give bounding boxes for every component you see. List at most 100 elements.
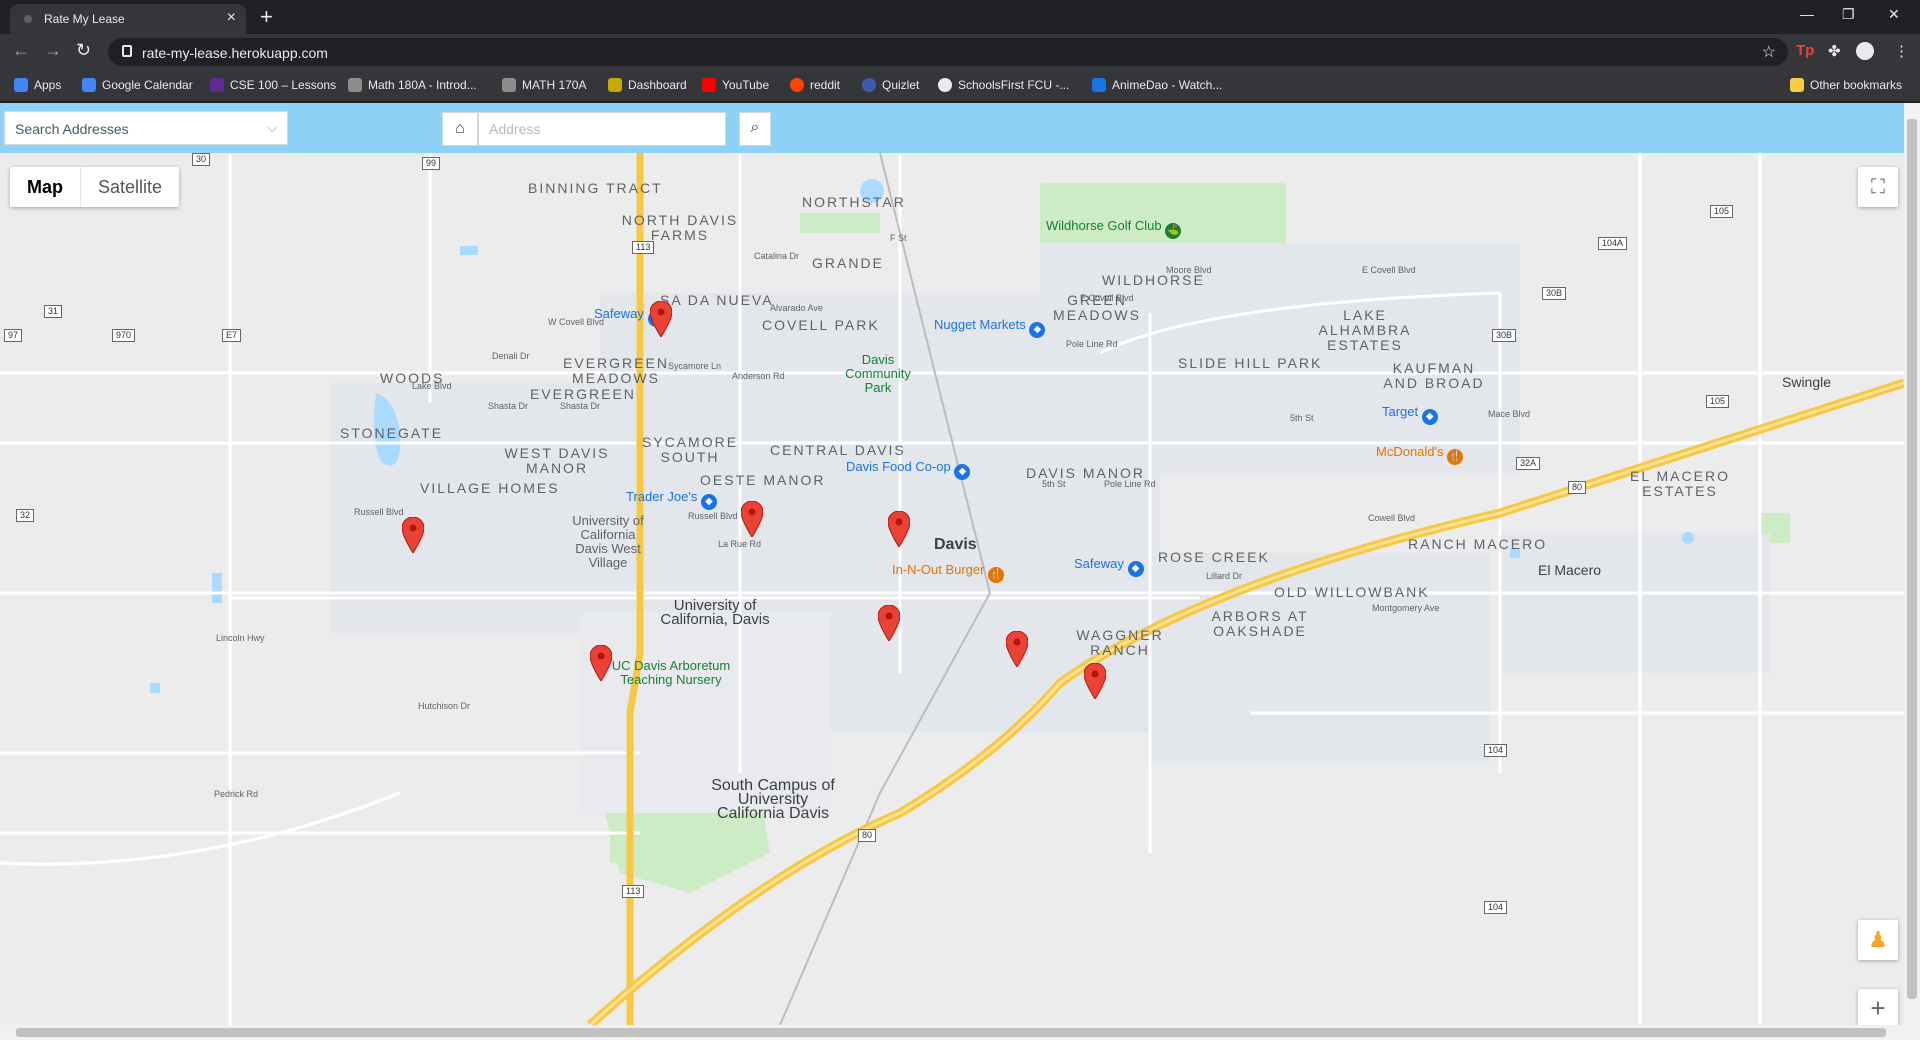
- new-tab-icon[interactable]: +: [260, 4, 273, 30]
- poi-golf-club[interactable]: Wildhorse Golf Club ⛳: [1046, 219, 1182, 239]
- minimize-icon[interactable]: —: [1800, 6, 1814, 22]
- course-icon: [348, 78, 362, 92]
- poi-mcdonalds[interactable]: McDonald's 🍴: [1376, 444, 1464, 465]
- poi-label: McDonald's: [1376, 444, 1444, 459]
- scrollbar-thumb[interactable]: [1907, 119, 1917, 999]
- street-view-pegman-button[interactable]: ♟: [1858, 920, 1898, 960]
- place-label: West Davis Manor: [504, 445, 610, 476]
- street-label: E Covell Blvd: [1080, 293, 1134, 303]
- bookmark-google-calendar[interactable]: Google Calendar: [82, 78, 193, 92]
- back-icon[interactable]: ←: [12, 40, 30, 61]
- bookmark-star-icon[interactable]: ☆: [1762, 42, 1776, 62]
- extensions-puzzle-icon[interactable]: ✤: [1828, 42, 1841, 60]
- bookmark-label: Google Calendar: [102, 78, 193, 92]
- lease-marker[interactable]: [741, 501, 763, 537]
- home-button[interactable]: ⌂: [442, 112, 478, 146]
- search-addresses-select[interactable]: Search Addresses ⌵: [4, 111, 288, 145]
- place-label: Stonegate: [340, 425, 444, 441]
- street-label: Hutchison Dr: [418, 701, 471, 711]
- bookmark-cse100[interactable]: CSE 100 – Lessons: [210, 78, 336, 92]
- quizlet-icon: [862, 78, 876, 92]
- profile-avatar[interactable]: [1856, 42, 1874, 60]
- bookmark-youtube[interactable]: YouTube: [702, 78, 769, 92]
- lease-marker[interactable]: [878, 605, 900, 641]
- street-label: Anderson Rd: [732, 371, 785, 381]
- bookmark-apps[interactable]: Apps: [14, 78, 61, 92]
- bookmark-schoolsfirst[interactable]: SchoolsFirst FCU -...: [938, 78, 1069, 92]
- search-button[interactable]: ⌕: [739, 112, 771, 146]
- poi-community-park[interactable]: Davis Community Park: [838, 353, 918, 395]
- menu-kebab-icon[interactable]: ⋮: [1894, 42, 1909, 60]
- forward-icon[interactable]: →: [44, 40, 62, 61]
- poi-nugget-markets[interactable]: Nugget Markets ◆: [934, 318, 1046, 338]
- map-type-satellite-button[interactable]: Satellite: [81, 167, 179, 207]
- place-label: Ranch Macero: [1408, 536, 1548, 552]
- restore-icon[interactable]: ❐: [1842, 6, 1855, 23]
- poi-south-campus[interactable]: South Campus of University California Da…: [706, 778, 840, 822]
- street-label: Pole Line Rd: [1104, 479, 1156, 489]
- scrollbar-thumb[interactable]: [16, 1028, 1886, 1037]
- map-base-layer: [0, 153, 1904, 1025]
- calendar-icon: [82, 78, 96, 92]
- street-label: Pole Line Rd: [1066, 339, 1118, 349]
- street-label: 5th St: [1290, 413, 1314, 423]
- lease-marker[interactable]: [402, 517, 424, 553]
- map-type-map-button[interactable]: Map: [10, 167, 81, 207]
- address-input[interactable]: [478, 112, 726, 146]
- chevron-down-icon: ⌵: [267, 120, 277, 135]
- reload-icon[interactable]: ↻: [76, 40, 91, 61]
- poi-safeway-south[interactable]: Safeway ◆: [1074, 557, 1144, 577]
- lock-icon: [122, 45, 132, 57]
- bookmark-label: Apps: [34, 78, 62, 92]
- place-label: Binning Tract: [528, 180, 663, 196]
- bookmark-reddit[interactable]: reddit: [790, 78, 840, 92]
- browser-tab[interactable]: Rate My Lease ×: [10, 4, 246, 34]
- bookmark-animedao[interactable]: AnimeDao - Watch...: [1092, 78, 1222, 92]
- bookmark-label: Other bookmarks: [1810, 78, 1903, 92]
- other-bookmarks[interactable]: Other bookmarks: [1790, 78, 1902, 92]
- window-close-icon[interactable]: ✕: [1888, 6, 1900, 23]
- highway-shield: 113: [622, 885, 645, 898]
- fullscreen-button[interactable]: ⛶: [1858, 167, 1898, 207]
- poi-food-coop[interactable]: Davis Food Co-op ◆: [846, 460, 971, 480]
- zoom-in-button[interactable]: +: [1858, 989, 1898, 1025]
- shopping-icon: ◆: [1029, 322, 1046, 338]
- bookmark-math180a[interactable]: Math 180A - Introd...: [348, 78, 477, 92]
- lease-marker[interactable]: [590, 645, 612, 681]
- poi-target[interactable]: Target ◆: [1382, 405, 1438, 425]
- bookmark-math170a[interactable]: MATH 170A: [502, 78, 586, 92]
- poi-in-n-out[interactable]: In-N-Out Burger 🍴: [892, 563, 1005, 583]
- vertical-scrollbar[interactable]: [1904, 103, 1920, 1025]
- street-label: Shasta Dr: [488, 401, 529, 411]
- highway-shield: 31: [44, 305, 63, 318]
- lease-marker[interactable]: [1006, 631, 1028, 667]
- animedao-icon: [1092, 78, 1106, 92]
- lease-marker[interactable]: [1084, 663, 1106, 699]
- bookmark-quizlet[interactable]: Quizlet: [862, 78, 919, 92]
- street-label: Pedrick Rd: [214, 789, 259, 799]
- extension-tp-icon[interactable]: Tp: [1796, 42, 1814, 59]
- address-bar[interactable]: rate-my-lease.herokuapp.com ☆: [108, 38, 1788, 66]
- lease-marker[interactable]: [650, 301, 672, 337]
- city-label: El Macero: [1538, 562, 1602, 578]
- lease-marker[interactable]: [888, 511, 910, 547]
- poi-west-village[interactable]: University of California Davis West Vill…: [566, 514, 650, 570]
- tab-close-icon[interactable]: ×: [227, 9, 236, 27]
- street-label: Montgomery Ave: [1372, 603, 1440, 613]
- poi-arboretum-nursery[interactable]: UC Davis Arboretum Teaching Nursery: [606, 659, 736, 687]
- map-canvas[interactable]: Map Satellite ⛶ ♟ + Binning Tract Norths…: [0, 153, 1904, 1025]
- bookmark-dashboard[interactable]: Dashboard: [608, 78, 687, 92]
- shopping-icon: ◆: [701, 494, 717, 510]
- highway-shield: 30B: [1542, 287, 1567, 300]
- city-label: Davis: [934, 536, 977, 553]
- street-label: F St: [890, 233, 907, 243]
- highway-shield: E7: [222, 329, 242, 342]
- poi-trader-joes[interactable]: Trader Joe's ◆: [626, 490, 717, 510]
- poi-uc-davis[interactable]: University of California, Davis: [660, 598, 770, 627]
- horizontal-scrollbar[interactable]: [0, 1025, 1920, 1040]
- place-label: El Macero Estates: [1630, 468, 1730, 499]
- place-label: Sa da Nueva: [660, 292, 774, 308]
- highway-shield: 30B: [1492, 329, 1517, 342]
- place-label: Oeste Manor: [700, 472, 826, 488]
- bookmark-label: Math 180A - Introd...: [368, 78, 477, 92]
